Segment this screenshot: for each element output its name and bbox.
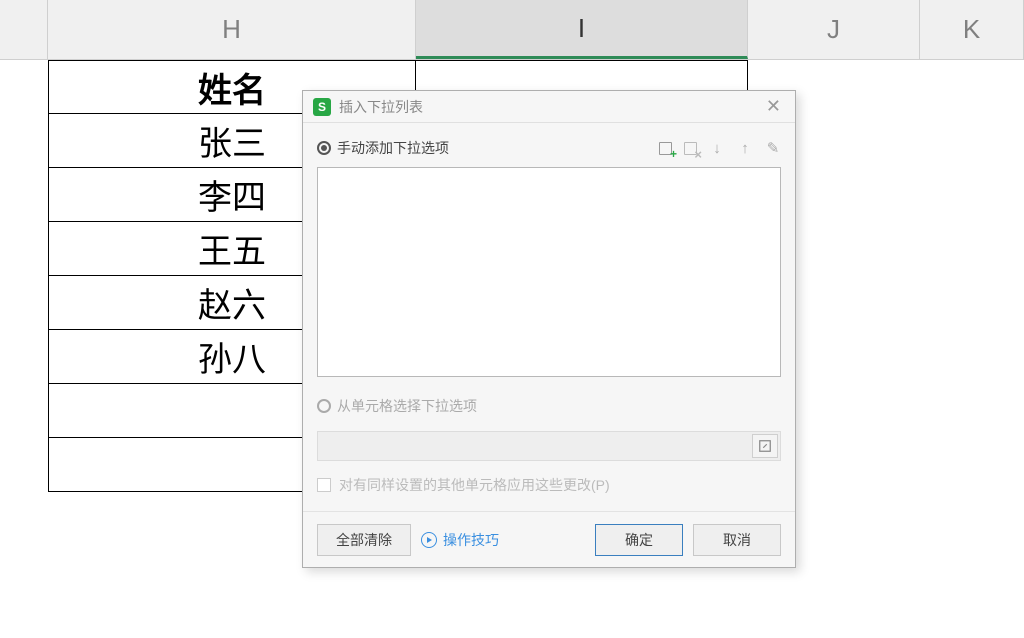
col-header-i[interactable]: I bbox=[416, 0, 748, 59]
col-header-k[interactable]: K bbox=[920, 0, 1024, 59]
cancel-button[interactable]: 取消 bbox=[693, 524, 781, 556]
option-manual-label: 手动添加下拉选项 bbox=[337, 138, 659, 158]
option-manual-row[interactable]: 手动添加下拉选项 ↓ ↑ ✎ bbox=[317, 135, 781, 161]
add-item-icon[interactable] bbox=[659, 142, 672, 155]
dropdown-items-list[interactable] bbox=[317, 167, 781, 377]
remove-item-icon[interactable] bbox=[684, 142, 697, 155]
close-icon[interactable]: ✕ bbox=[762, 96, 785, 117]
edit-item-icon[interactable]: ✎ bbox=[765, 140, 781, 156]
option-range-row[interactable]: 从单元格选择下拉选项 bbox=[317, 393, 781, 419]
dialog-footer: 全部清除 操作技巧 确定 取消 bbox=[303, 512, 795, 567]
dialog-titlebar[interactable]: S 插入下拉列表 ✕ bbox=[303, 91, 795, 123]
apply-others-checkbox[interactable] bbox=[317, 478, 331, 492]
header-edge bbox=[0, 0, 48, 59]
play-icon bbox=[421, 532, 437, 548]
move-down-icon[interactable]: ↓ bbox=[709, 140, 725, 156]
apply-others-row[interactable]: 对有同样设置的其他单元格应用这些更改(P) bbox=[317, 475, 781, 495]
list-toolbar: ↓ ↑ ✎ bbox=[659, 140, 781, 156]
column-header-row: H I J K bbox=[0, 0, 1024, 60]
range-input[interactable] bbox=[317, 431, 781, 461]
apply-others-label: 对有同样设置的其他单元格应用这些更改(P) bbox=[339, 475, 610, 495]
col-header-h[interactable]: H bbox=[48, 0, 416, 59]
clear-all-button[interactable]: 全部清除 bbox=[317, 524, 411, 556]
radio-manual[interactable] bbox=[317, 141, 331, 155]
move-up-icon[interactable]: ↑ bbox=[737, 140, 753, 156]
tips-link[interactable]: 操作技巧 bbox=[421, 530, 499, 550]
wps-spreadsheet-icon: S bbox=[313, 98, 331, 116]
ok-button[interactable]: 确定 bbox=[595, 524, 683, 556]
radio-from-range[interactable] bbox=[317, 399, 331, 413]
tips-label: 操作技巧 bbox=[443, 530, 499, 550]
col-header-j[interactable]: J bbox=[748, 0, 920, 59]
range-picker-icon[interactable] bbox=[752, 434, 778, 458]
insert-dropdown-dialog: S 插入下拉列表 ✕ 手动添加下拉选项 ↓ ↑ ✎ 从单元格选择下拉选项 bbox=[302, 90, 796, 568]
dialog-body: 手动添加下拉选项 ↓ ↑ ✎ 从单元格选择下拉选项 对有同样设置的其他单元格应用… bbox=[303, 123, 795, 512]
option-range-label: 从单元格选择下拉选项 bbox=[337, 396, 781, 416]
dialog-title: 插入下拉列表 bbox=[339, 97, 762, 117]
